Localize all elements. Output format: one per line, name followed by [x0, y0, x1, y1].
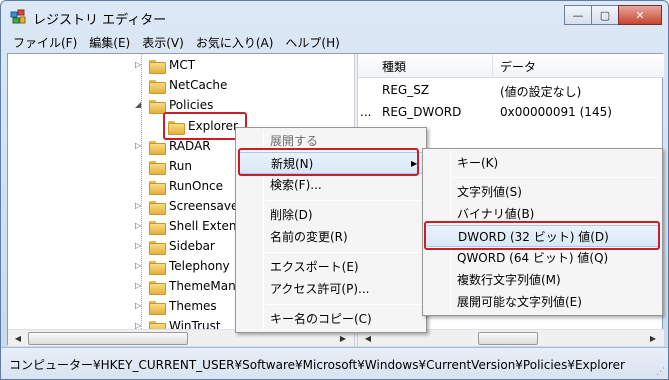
- tree-item-label: RunOnce: [169, 179, 224, 193]
- title-bar[interactable]: レジストリ エディター — ▢ ✕: [1, 1, 668, 32]
- folder-icon: [149, 78, 166, 94]
- value-data-cell: (値の設定なし): [500, 85, 582, 99]
- expand-icon[interactable]: ▷: [135, 322, 143, 330]
- value-type-cell: REG_SZ: [382, 83, 430, 97]
- menu-separator: [266, 200, 422, 201]
- scroll-thumb[interactable]: [478, 332, 538, 345]
- menu-item-rename[interactable]: 名前の変更(R): [238, 226, 424, 248]
- folder-icon: [149, 58, 166, 74]
- tree-item-label: Shell Extens: [169, 219, 243, 233]
- tree-item-label: Themes: [169, 299, 217, 313]
- folder-icon: [149, 199, 166, 215]
- tree-item-label: Explorer: [188, 119, 238, 133]
- menu-edit[interactable]: 編集(E): [83, 32, 136, 52]
- tree-item-label: ThemeMana: [169, 279, 244, 293]
- menu-separator: [266, 252, 422, 253]
- expand-icon[interactable]: ▷: [135, 262, 143, 270]
- tree-item-label: Telephony: [169, 259, 230, 273]
- submenu-item-multi-string[interactable]: 複数行文字列値(M): [425, 269, 660, 291]
- submenu-item-key[interactable]: キー(K): [425, 152, 660, 174]
- submenu-item-string[interactable]: 文字列値(S): [425, 181, 660, 203]
- folder-icon: [149, 139, 166, 155]
- tree-item-label: Screensave: [169, 199, 239, 213]
- folder-icon: [149, 319, 166, 329]
- tree-item-label: WinTrust: [169, 319, 221, 329]
- regedit-app-icon: [10, 9, 26, 24]
- window-title: レジストリ エディター: [33, 13, 167, 28]
- menu-item-expand[interactable]: 展開する: [238, 130, 424, 152]
- submenu-item-binary[interactable]: バイナリ値(B): [425, 203, 660, 225]
- new-submenu: キー(K) 文字列値(S) バイナリ値(B) DWORD (32 ビット) 値(…: [422, 148, 663, 316]
- tree-item-mct[interactable]: ▷ MCT: [8, 55, 354, 75]
- tree-item-label: Sidebar: [169, 239, 215, 253]
- maximize-button[interactable]: ▢: [591, 5, 619, 25]
- expand-icon[interactable]: ▷: [135, 222, 143, 230]
- folder-icon: [149, 279, 166, 295]
- folder-icon: [149, 219, 166, 235]
- close-button[interactable]: ✕: [618, 5, 662, 25]
- expand-icon[interactable]: ▷: [135, 302, 143, 310]
- column-header-type[interactable]: 種類: [382, 58, 406, 75]
- expand-icon[interactable]: ▷: [135, 142, 143, 150]
- menu-item-find[interactable]: 検索(F)...: [238, 174, 424, 196]
- resize-grip-icon[interactable]: ⋰: [656, 367, 665, 377]
- menu-favorites[interactable]: お気に入り(A): [190, 32, 280, 52]
- scroll-thumb[interactable]: [28, 332, 188, 345]
- status-bar: コンピューター¥HKEY_CURRENT_USER¥Software¥Micro…: [1, 347, 668, 379]
- expand-icon[interactable]: ▷: [135, 282, 143, 290]
- tree-item-label: Policies: [169, 98, 214, 112]
- scroll-right-icon[interactable]: ▶: [645, 331, 661, 346]
- menu-item-permissions[interactable]: アクセス許可(P)...: [238, 278, 424, 300]
- menu-item-new[interactable]: 新規(N) ▶: [238, 152, 424, 174]
- value-data-cell: 0x00000091 (145): [500, 105, 612, 119]
- column-separator[interactable]: [492, 54, 493, 78]
- list-header: 種類 データ: [358, 54, 664, 78]
- expand-icon[interactable]: ▷: [135, 202, 143, 210]
- minimize-button[interactable]: —: [564, 5, 592, 25]
- submenu-item-dword[interactable]: DWORD (32 ビット) 値(D): [425, 225, 660, 247]
- scroll-left-icon[interactable]: ◀: [10, 331, 26, 346]
- menu-separator: [453, 177, 658, 178]
- menu-item-export[interactable]: エクスポート(E): [238, 256, 424, 278]
- tree-item-label: Run: [169, 159, 193, 173]
- value-name-cell: ...: [360, 105, 372, 119]
- submenu-item-expandable-string[interactable]: 展開可能な文字列値(E): [425, 291, 660, 313]
- context-menu: 展開する 新規(N) ▶ 検索(F)... 削除(D) 名前の変更(R) エクス…: [235, 127, 427, 333]
- tree-item-label: RADAR: [169, 139, 211, 153]
- menu-view[interactable]: 表示(V): [136, 32, 190, 52]
- folder-open-icon: [149, 98, 166, 114]
- tree-item-netcache[interactable]: NetCache: [8, 75, 354, 95]
- menu-bar: ファイル(F) 編集(E) 表示(V) お気に入り(A) ヘルプ(H): [7, 32, 346, 52]
- collapse-icon[interactable]: ◢: [135, 101, 143, 109]
- tree-item-policies[interactable]: ◢ Policies: [8, 95, 354, 115]
- menu-item-label: 新規(N): [271, 157, 314, 171]
- menu-help[interactable]: ヘルプ(H): [279, 32, 345, 52]
- folder-icon: [168, 119, 185, 135]
- scroll-left-icon[interactable]: ◀: [360, 331, 376, 346]
- scroll-right-icon[interactable]: ▶: [335, 331, 351, 346]
- expand-icon[interactable]: ▷: [135, 61, 143, 69]
- menu-item-delete[interactable]: 削除(D): [238, 204, 424, 226]
- folder-icon: [149, 239, 166, 255]
- tree-item-label: NetCache: [169, 78, 228, 92]
- folder-icon: [149, 159, 166, 175]
- caption-buttons: — ▢ ✕: [564, 5, 662, 25]
- value-type-cell: REG_DWORD: [382, 105, 462, 119]
- folder-icon: [149, 299, 166, 315]
- expand-icon[interactable]: ▷: [135, 242, 143, 250]
- submenu-item-qword[interactable]: QWORD (64 ビット) 値(Q): [425, 247, 660, 269]
- menu-file[interactable]: ファイル(F): [7, 32, 83, 52]
- status-path: コンピューター¥HKEY_CURRENT_USER¥Software¥Micro…: [9, 358, 625, 372]
- submenu-arrow-icon: ▶: [411, 159, 418, 168]
- column-header-data[interactable]: データ: [500, 58, 536, 75]
- folder-icon: [149, 179, 166, 195]
- menu-item-copy-key-name[interactable]: キー名のコピー(C): [238, 308, 424, 330]
- tree-item-label: MCT: [169, 58, 196, 72]
- menu-separator: [266, 304, 422, 305]
- folder-icon: [149, 259, 166, 275]
